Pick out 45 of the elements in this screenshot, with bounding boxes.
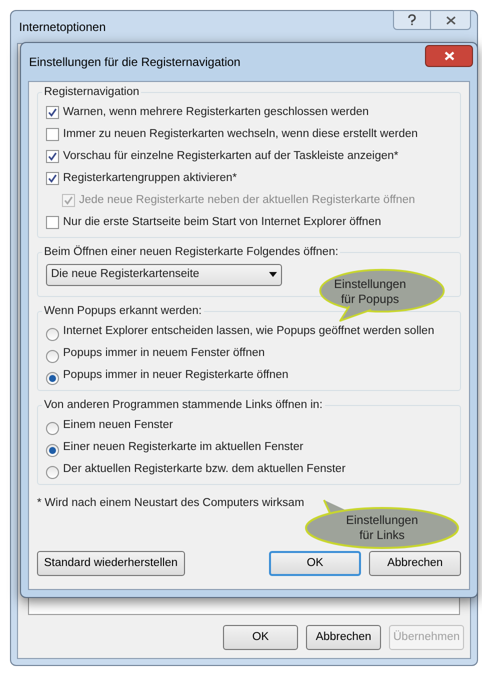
checkbox-label: Nur die erste Startseite beim Start von Internet Explorer öffnen xyxy=(63,214,382,230)
dialog-button[interactable]: Abbrechen xyxy=(306,625,381,650)
radio-label: Popups immer in neuer Registerkarte öffnen xyxy=(63,368,288,382)
close-button[interactable] xyxy=(431,10,471,30)
checkbox[interactable] xyxy=(46,106,59,119)
group-title: Registernavigation xyxy=(43,85,140,100)
checkbox[interactable] xyxy=(46,150,59,163)
checkbox[interactable] xyxy=(46,128,59,141)
checkbox-label: Jede neue Registerkarte neben der aktuellen Registerkarte öffnen xyxy=(79,192,416,208)
radio-button[interactable] xyxy=(46,372,59,385)
radio-button[interactable] xyxy=(46,466,59,479)
checkbox-label: Registerkartengruppen aktivieren* xyxy=(63,170,237,186)
group-title: Beim Öffnen einer neuen Registerkarte Folgendes öffnen: xyxy=(43,244,340,260)
checkbox-label: Warnen, wenn mehrere Registerkarten geschlossen werden xyxy=(63,104,369,120)
radio-button[interactable] xyxy=(46,350,59,363)
help-button[interactable] xyxy=(393,10,431,30)
checkbox-label: Immer zu neuen Registerkarten wechseln, wenn diese erstellt werden xyxy=(63,126,418,142)
radio-label: Einer neuen Registerkarte im aktuellen Fenster xyxy=(63,440,304,454)
dialog-title: Einstellungen für die Registernavigation xyxy=(29,54,240,71)
help-icon xyxy=(407,14,417,26)
close-icon xyxy=(444,51,454,61)
radio-label: Popups immer in neuem Fenster öffnen xyxy=(63,346,265,360)
radio-label: Einem neuen Fenster xyxy=(63,418,173,432)
dialog-button[interactable]: Abbrechen xyxy=(369,551,461,576)
callout-text: Einstellungen für Popups xyxy=(332,277,408,307)
window-title: Internetoptionen xyxy=(19,19,106,36)
radio-label: Der aktuellen Registerkarte bzw. dem aktuellen Fenster xyxy=(63,462,346,476)
close-button[interactable] xyxy=(425,45,473,67)
radio-label: Internet Explorer entscheiden lassen, wie Popups geöffnet werden sollen xyxy=(63,324,434,338)
group-title: Von anderen Programmen stammende Links öffnen in: xyxy=(43,398,324,413)
radio-button[interactable] xyxy=(46,422,59,435)
dialog-button[interactable]: OK xyxy=(269,551,361,576)
checkbox-label: Vorschau für einzelne Registerkarten auf der Taskleiste anzeigen* xyxy=(63,148,398,164)
radio-button[interactable] xyxy=(46,328,59,341)
callout-text: Einstellungen für Links xyxy=(344,513,420,543)
checkbox[interactable] xyxy=(46,216,59,229)
dialog-button[interactable]: Standard wiederherstellen xyxy=(37,551,185,576)
radio-button[interactable] xyxy=(46,444,59,457)
dropdown-arrow-icon xyxy=(269,272,277,277)
group-title: Wenn Popups erkannt werden: xyxy=(43,304,203,318)
dialog-button[interactable]: OK xyxy=(223,625,298,650)
dropdown[interactable]: Die neue Registerkartenseite xyxy=(46,264,282,286)
checkbox[interactable] xyxy=(46,172,59,185)
close-icon xyxy=(446,16,456,24)
footnote: * Wird nach einem Neustart des Computers wirksam xyxy=(37,496,306,511)
